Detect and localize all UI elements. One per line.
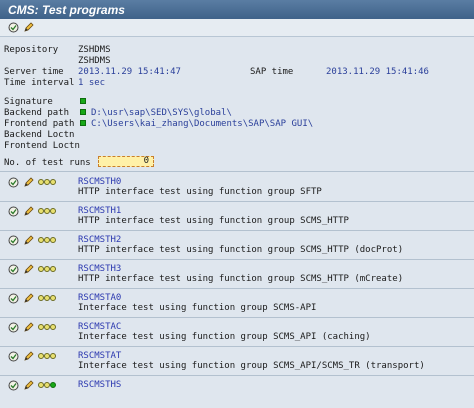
program-row: RSCMSTH2 HTTP interface test using functi… [0, 231, 474, 260]
frontend-path-label: Frontend path [4, 119, 75, 129]
program-row: RSCMSTHS [0, 376, 474, 405]
repository-value-2: ZSHDMS [78, 56, 111, 66]
pencil-icon[interactable] [23, 177, 34, 188]
execute-icon[interactable] [8, 206, 19, 217]
status-lights-icon [38, 324, 56, 330]
pencil-icon[interactable] [23, 206, 34, 217]
status-lights-icon [38, 266, 56, 272]
window-title: CMS: Test programs [0, 0, 474, 19]
program-description: Interface test using function group SCMS… [78, 303, 317, 313]
program-description: Interface test using function group SCMS… [78, 332, 371, 342]
time-interval-label: Time interval [4, 78, 75, 88]
program-row: RSCMSTAC Interface test using function gr… [0, 318, 474, 347]
pencil-icon[interactable] [23, 22, 34, 33]
pencil-icon[interactable] [23, 264, 34, 275]
program-code[interactable]: RSCMSTAT [78, 351, 121, 361]
program-row: RSCMSTH3 HTTP interface test using functi… [0, 260, 474, 289]
program-description: Interface test using function group SCMS… [78, 361, 425, 371]
pencil-icon[interactable] [23, 351, 34, 362]
program-row: RSCMSTA0 Interface test using function gr… [0, 289, 474, 318]
test-runs-label: No. of test runs [4, 158, 91, 168]
program-code[interactable]: RSCMSTH0 [78, 177, 121, 187]
sap-time-label: SAP time [250, 67, 294, 77]
backend-status-icon [80, 109, 86, 115]
execute-icon[interactable] [8, 293, 19, 304]
frontend-path-value: C:\Users\kai_zhang\Documents\SAP\SAP GUI… [91, 119, 314, 129]
program-code[interactable]: RSCMSTH1 [78, 206, 121, 216]
program-description: HTTP interface test using function group… [78, 245, 404, 255]
pencil-icon[interactable] [23, 380, 34, 391]
program-row: RSCMSTH1 HTTP interface test using functi… [0, 202, 474, 231]
program-code[interactable]: RSCMSTHS [78, 380, 121, 390]
pencil-icon[interactable] [23, 235, 34, 246]
program-code[interactable]: RSCMSTA0 [78, 293, 121, 303]
status-lights-icon [38, 237, 56, 243]
program-description: HTTP interface test using function group… [78, 274, 404, 284]
pencil-icon[interactable] [23, 293, 34, 304]
backend-location-label: Backend Loctn [4, 130, 75, 140]
toolbar [0, 19, 474, 37]
signature-status-icon [80, 98, 86, 104]
server-time-value: 2013.11.29 15:41:47 [78, 67, 181, 77]
time-interval-value: 1 sec [78, 78, 106, 88]
execute-icon[interactable] [8, 322, 19, 333]
program-description: HTTP interface test using function group… [78, 216, 349, 226]
status-lights-icon [38, 208, 56, 214]
backend-path-label: Backend path [4, 108, 70, 118]
execute-icon[interactable] [8, 380, 19, 391]
divider [0, 171, 474, 172]
execute-icon[interactable] [8, 351, 19, 362]
repository-label: Repository [4, 45, 59, 55]
program-code[interactable]: RSCMSTH3 [78, 264, 121, 274]
pencil-icon[interactable] [23, 322, 34, 333]
program-description: HTTP interface test using function group… [78, 187, 322, 197]
status-lights-icon [38, 382, 56, 388]
frontend-status-icon [80, 120, 86, 126]
test-runs-input[interactable]: 0 [98, 156, 154, 167]
program-code[interactable]: RSCMSTH2 [78, 235, 121, 245]
program-row: RSCMSTAT Interface test using function gr… [0, 347, 474, 376]
program-row: RSCMSTH0 HTTP interface test using functi… [0, 173, 474, 202]
signature-label: Signature [4, 97, 53, 107]
status-lights-icon [38, 179, 56, 185]
execute-icon[interactable] [8, 22, 19, 33]
execute-icon[interactable] [8, 177, 19, 188]
backend-path-value: D:\usr\sap\SED\SYS\global\ [91, 108, 232, 118]
program-code[interactable]: RSCMSTAC [78, 322, 121, 332]
server-time-label: Server time [4, 67, 64, 77]
execute-icon[interactable] [8, 235, 19, 246]
repository-value: ZSHDMS [78, 45, 111, 55]
status-lights-icon [38, 353, 56, 359]
sap-time-value: 2013.11.29 15:41:46 [326, 67, 429, 77]
frontend-location-label: Frontend Loctn [4, 141, 80, 151]
execute-icon[interactable] [8, 264, 19, 275]
status-lights-icon [38, 295, 56, 301]
